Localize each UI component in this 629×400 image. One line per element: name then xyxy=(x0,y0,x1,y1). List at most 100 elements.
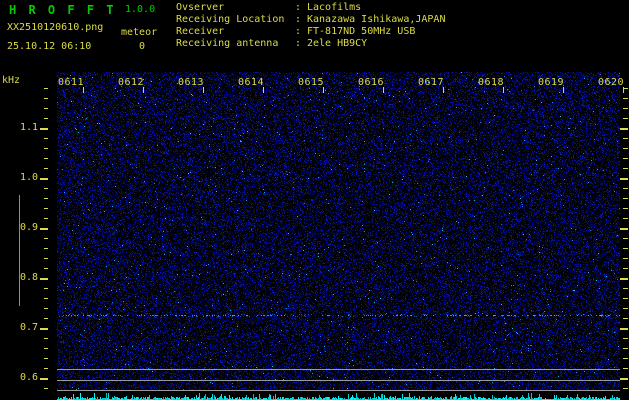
calibration-line-1 xyxy=(57,369,620,370)
freq-minor-tick-right xyxy=(623,308,628,309)
freq-major-tick-left xyxy=(40,228,48,230)
freq-tick-label: 0.7 xyxy=(18,323,38,333)
freq-minor-tick-left xyxy=(44,288,48,289)
freq-minor-tick-left xyxy=(44,338,48,339)
freq-tick-label: 1.0 xyxy=(18,173,38,183)
freq-minor-tick-right xyxy=(623,338,628,339)
freq-minor-tick-left xyxy=(44,298,48,299)
freq-minor-tick-right xyxy=(623,208,628,209)
freq-minor-tick-left xyxy=(44,188,48,189)
freq-major-tick-right xyxy=(620,328,628,330)
freq-major-tick-right xyxy=(620,178,628,180)
freq-tick-label: 0.8 xyxy=(18,273,38,283)
time-tick xyxy=(383,87,384,93)
time-tick xyxy=(323,87,324,93)
time-tick-label: 0617 xyxy=(418,78,444,88)
freq-major-tick-left xyxy=(40,278,48,280)
freq-minor-tick-left xyxy=(44,388,48,389)
freq-major-tick-left xyxy=(40,378,48,380)
freq-major-tick-left xyxy=(40,328,48,330)
freq-major-tick-left xyxy=(40,128,48,130)
observer-info-row: Receiver:FT-817ND 50MHz USB xyxy=(176,26,415,38)
freq-major-tick-right xyxy=(620,228,628,230)
freq-minor-tick-left xyxy=(44,248,48,249)
time-tick-label: 0620 xyxy=(598,78,624,88)
time-tick-label: 0619 xyxy=(538,78,564,88)
freq-minor-tick-right xyxy=(623,298,628,299)
app-version: 1.0.0 xyxy=(125,5,155,15)
noise-level-trace-canvas xyxy=(57,390,620,400)
time-tick xyxy=(563,87,564,93)
time-tick-label: 0614 xyxy=(238,78,264,88)
freq-minor-tick-right xyxy=(623,248,628,249)
freq-tick-label: 0.6 xyxy=(18,373,38,383)
freq-minor-tick-left xyxy=(44,258,48,259)
freq-minor-tick-right xyxy=(623,268,628,269)
freq-minor-tick-left xyxy=(44,138,48,139)
observer-info-row: Ovserver:Lacofilms xyxy=(176,2,361,14)
info-value: 2ele HB9CY xyxy=(307,38,367,49)
freq-tick-label: 1.1 xyxy=(18,123,38,133)
freq-minor-tick-right xyxy=(623,198,628,199)
echo-count: 0 xyxy=(139,42,145,52)
time-tick-label: 0611 xyxy=(58,78,84,88)
info-value: Kanazawa Ishikawa,JAPAN xyxy=(307,14,445,25)
info-label: Ovserver xyxy=(176,2,295,14)
freq-minor-tick-left xyxy=(44,198,48,199)
freq-minor-tick-right xyxy=(623,108,628,109)
info-colon: : xyxy=(295,14,307,26)
app-title: H R O F F T xyxy=(9,3,116,17)
info-label: Receiver xyxy=(176,26,295,38)
freq-minor-tick-left xyxy=(44,308,48,309)
freq-major-tick-right xyxy=(620,128,628,130)
output-filename: XX2510120610.png xyxy=(7,23,103,33)
freq-minor-tick-left xyxy=(44,218,48,219)
info-value: FT-817ND 50MHz USB xyxy=(307,26,415,37)
info-colon: : xyxy=(295,26,307,38)
freq-minor-tick-left xyxy=(44,348,48,349)
freq-minor-tick-right xyxy=(623,218,628,219)
freq-tick-label: 0.9 xyxy=(18,223,38,233)
freq-minor-tick-right xyxy=(623,348,628,349)
time-tick xyxy=(443,87,444,93)
spectrogram-noise-canvas xyxy=(57,72,620,390)
info-label: Receiving antenna xyxy=(176,38,295,50)
left-margin-marker-bar xyxy=(19,195,20,306)
info-value: Lacofilms xyxy=(307,2,361,13)
freq-minor-tick-right xyxy=(623,258,628,259)
observer-info-row: Receiving Location:Kanazawa Ishikawa,JAP… xyxy=(176,14,445,26)
info-colon: : xyxy=(295,2,307,14)
time-tick xyxy=(503,87,504,93)
freq-minor-tick-left xyxy=(44,208,48,209)
freq-minor-tick-right xyxy=(623,358,628,359)
freq-minor-tick-right xyxy=(623,168,628,169)
time-tick-label: 0612 xyxy=(118,78,144,88)
freq-minor-tick-right xyxy=(623,318,628,319)
freq-minor-tick-right xyxy=(623,148,628,149)
freq-major-tick-right xyxy=(620,278,628,280)
freq-minor-tick-right xyxy=(623,188,628,189)
freq-minor-tick-left xyxy=(44,238,48,239)
hrofft-output-image: H R O F F T 1.0.0 XX2510120610.png meteo… xyxy=(0,0,629,400)
freq-minor-tick-right xyxy=(623,388,628,389)
freq-minor-tick-right xyxy=(623,238,628,239)
freq-major-tick-left xyxy=(40,178,48,180)
time-tick-label: 0613 xyxy=(178,78,204,88)
freq-minor-tick-left xyxy=(44,118,48,119)
freq-minor-tick-left xyxy=(44,268,48,269)
time-tick xyxy=(203,87,204,93)
freq-minor-tick-left xyxy=(44,368,48,369)
freq-minor-tick-right xyxy=(623,368,628,369)
time-tick-label: 0615 xyxy=(298,78,324,88)
time-tick xyxy=(143,87,144,93)
freq-minor-tick-left xyxy=(44,168,48,169)
observation-datetime: 25.10.12 06:10 xyxy=(7,42,91,52)
freq-minor-tick-left xyxy=(44,88,48,89)
time-tick xyxy=(263,87,264,93)
freq-minor-tick-right xyxy=(623,138,628,139)
info-colon: : xyxy=(295,38,307,50)
time-tick xyxy=(623,87,624,93)
freq-minor-tick-right xyxy=(623,118,628,119)
freq-minor-tick-right xyxy=(623,98,628,99)
observer-info-row: Receiving antenna:2ele HB9CY xyxy=(176,38,367,50)
